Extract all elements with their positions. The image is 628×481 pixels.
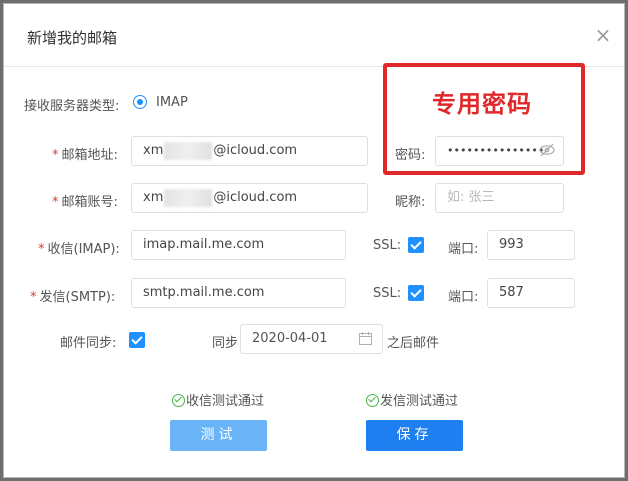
- sync-from-label: 同步: [212, 336, 239, 351]
- imap-port-input[interactable]: 993: [487, 230, 575, 260]
- required-mark: *: [30, 290, 37, 305]
- smtp-port-label: 端口:: [448, 290, 479, 305]
- send-test-status-text: 发信测试通过: [380, 394, 459, 409]
- imap-radio-label[interactable]: IMAP: [156, 95, 188, 110]
- imap-server-input[interactable]: imap.mail.me.com: [131, 230, 346, 260]
- smtp-label-text: 发信(SMTP):: [39, 290, 116, 305]
- check-circle-icon: [366, 394, 379, 407]
- annotation-highlight-box: [383, 63, 585, 175]
- nickname-input[interactable]: 如: 张三: [435, 183, 564, 213]
- imap-port-label: 端口:: [448, 242, 479, 257]
- close-icon[interactable]: ×: [592, 24, 614, 46]
- required-mark: *: [52, 195, 59, 210]
- test-button[interactable]: 测试: [170, 420, 267, 451]
- nickname-label: 昵称:: [395, 195, 426, 210]
- radio-selected-icon[interactable]: [133, 95, 147, 109]
- email-address-suffix: @icloud.com: [213, 143, 298, 158]
- imap-ssl-label: SSL:: [373, 238, 402, 253]
- email-address-input[interactable]: xm @icloud.com: [131, 136, 368, 166]
- email-account-input[interactable]: xm @icloud.com: [131, 183, 368, 213]
- email-account-prefix: xm: [143, 190, 164, 205]
- imap-label: * 收信(IMAP):: [38, 238, 120, 257]
- calendar-icon[interactable]: [359, 332, 372, 345]
- sync-label: 邮件同步:: [60, 336, 117, 351]
- imap-ssl-checkbox[interactable]: [408, 237, 424, 253]
- smtp-ssl-label: SSL:: [373, 286, 402, 301]
- required-mark: *: [52, 148, 59, 163]
- email-address-label-text: 邮箱地址:: [61, 148, 118, 163]
- save-button[interactable]: 保存: [366, 420, 463, 451]
- email-address-prefix: xm: [143, 143, 164, 158]
- email-account-label-text: 邮箱账号:: [61, 195, 118, 210]
- check-circle-icon: [172, 394, 185, 407]
- sync-after-label: 之后邮件: [387, 336, 440, 351]
- email-account-suffix: @icloud.com: [213, 190, 298, 205]
- smtp-port-input[interactable]: 587: [487, 278, 575, 308]
- dialog-title: 新增我的邮箱: [27, 29, 118, 47]
- receive-test-status: 收信测试通过: [172, 390, 264, 409]
- receive-test-status-text: 收信测试通过: [186, 394, 265, 409]
- email-address-label: * 邮箱地址:: [52, 144, 118, 163]
- annotation-text: 专用密码: [432, 90, 532, 118]
- required-mark: *: [38, 242, 45, 257]
- receive-type-label: 接收服务器类型:: [24, 99, 120, 114]
- email-account-label: * 邮箱账号:: [52, 191, 118, 210]
- send-test-status: 发信测试通过: [366, 390, 458, 409]
- redacted-blur: [164, 141, 213, 160]
- sync-checkbox[interactable]: [129, 332, 145, 348]
- smtp-label: * 发信(SMTP):: [30, 286, 115, 305]
- smtp-ssl-checkbox[interactable]: [408, 285, 424, 301]
- smtp-server-input[interactable]: smtp.mail.me.com: [131, 278, 346, 308]
- redacted-blur: [164, 188, 213, 207]
- imap-label-text: 收信(IMAP):: [47, 242, 120, 257]
